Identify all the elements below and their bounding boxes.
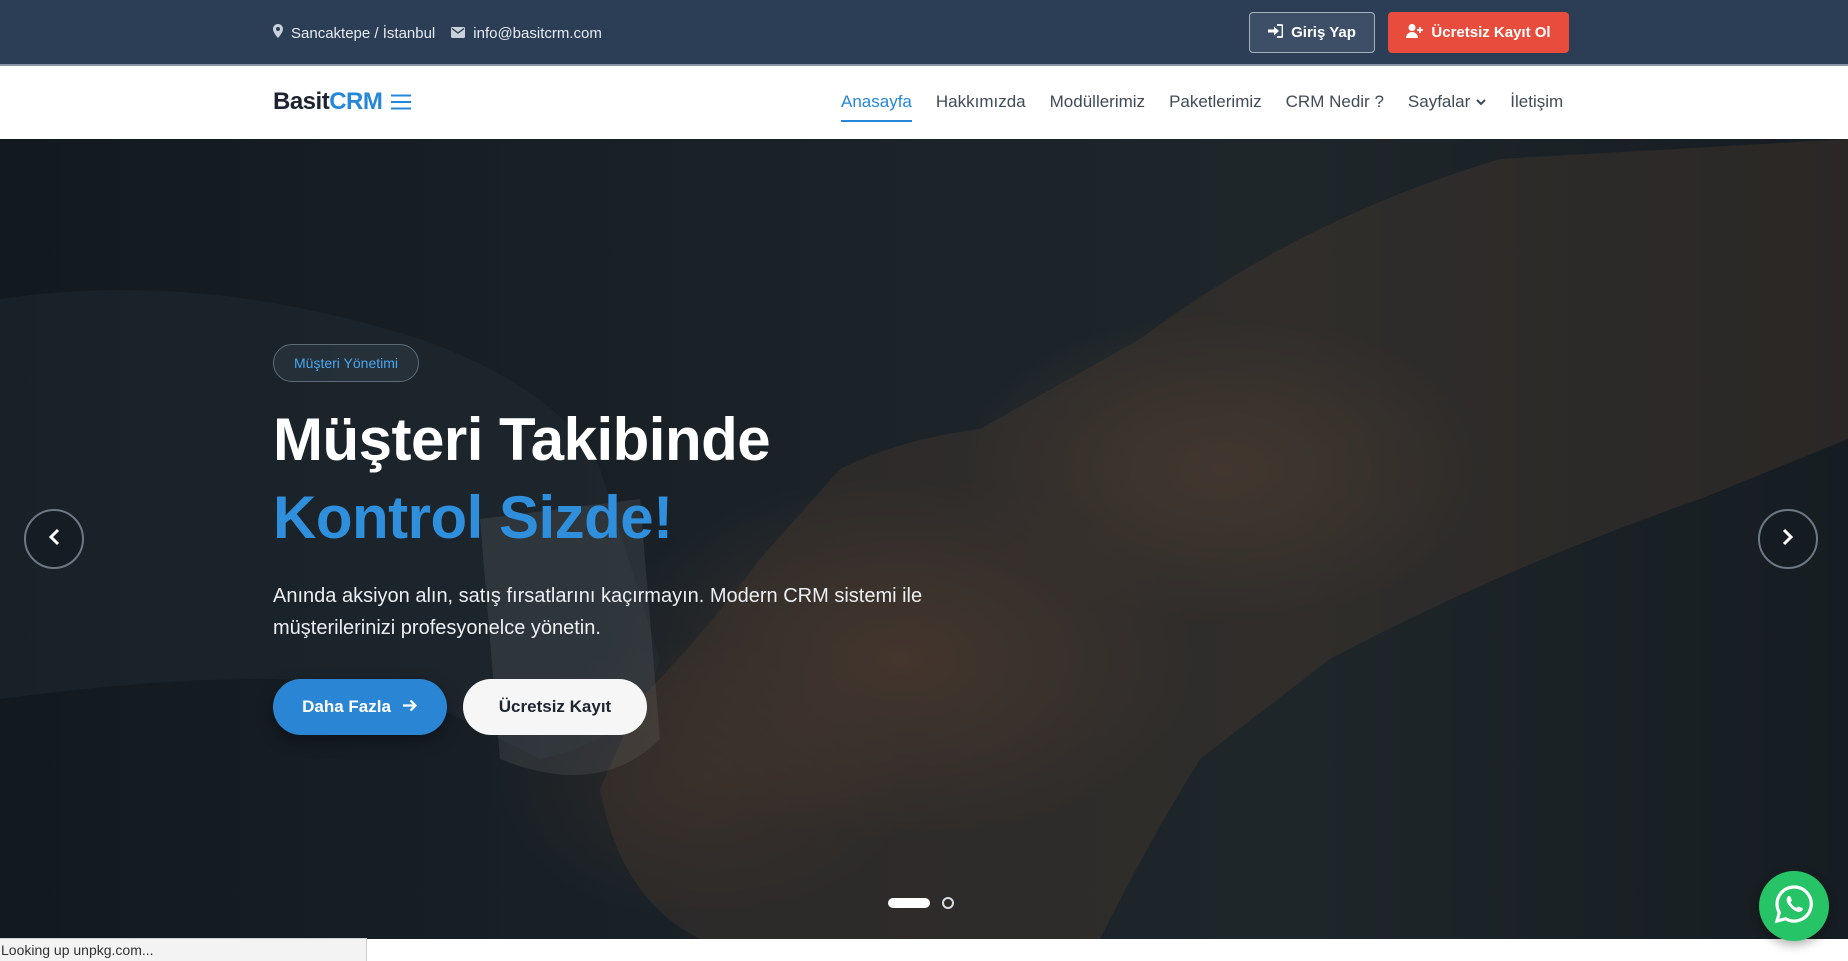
brand-logo[interactable]: Basit CRM: [273, 88, 412, 116]
register-button[interactable]: Ücretsiz Kayıt Ol: [1388, 12, 1569, 53]
hero-description: Anında aksiyon alın, satış fırsatlarını …: [273, 585, 923, 639]
hero-slider: Müşteri Yönetimi Müşteri Takibinde Kontr…: [0, 139, 1848, 939]
user-plus-icon: [1406, 23, 1431, 42]
main-navbar: Basit CRM Anasayfa Hakkımızda Modüllerimi…: [0, 68, 1848, 139]
hero-badge: Müşteri Yönetimi: [273, 344, 420, 382]
map-pin-icon: [273, 24, 291, 42]
top-bar: Sancaktepe / İstanbul info@basitcrm.com …: [0, 0, 1848, 66]
hero-title-line1: Müşteri Takibinde: [273, 406, 771, 473]
nav-item-hakkimizda[interactable]: Hakkımızda: [936, 92, 1026, 112]
arrow-right-icon: [391, 697, 418, 717]
hero-title: Müşteri Takibinde Kontrol Sizde!: [273, 401, 771, 557]
whatsapp-button[interactable]: [1759, 871, 1829, 941]
slider-dot-1[interactable]: [888, 898, 930, 908]
nav-item-crm-nedir[interactable]: CRM Nedir ?: [1286, 92, 1384, 112]
chevron-left-icon: [48, 528, 60, 551]
nav-item-anasayfa[interactable]: Anasayfa: [841, 92, 912, 122]
email-link[interactable]: info@basitcrm.com: [473, 25, 602, 42]
free-signup-button[interactable]: Ücretsiz Kayıt: [463, 679, 647, 735]
chevron-right-icon: [1782, 528, 1794, 551]
nav-item-paketlerimiz[interactable]: Paketlerimiz: [1169, 92, 1262, 112]
contact-info: Sancaktepe / İstanbul info@basitcrm.com: [273, 24, 618, 42]
whatsapp-icon: [1773, 883, 1815, 930]
nav-item-iletisim[interactable]: İletişim: [1510, 92, 1563, 112]
browser-status-bar: Looking up unpkg.com...: [0, 938, 367, 961]
brand-name-part2: CRM: [329, 88, 383, 115]
slider-prev-button[interactable]: [24, 509, 84, 569]
register-label: Ücretsiz Kayıt Ol: [1431, 24, 1551, 41]
login-button[interactable]: Giriş Yap: [1249, 12, 1375, 53]
more-button[interactable]: Daha Fazla: [273, 679, 447, 735]
slider-dot-2[interactable]: [942, 897, 954, 909]
login-label: Giriş Yap: [1291, 24, 1356, 41]
nav-item-sayfalar-label: Sayfalar: [1407, 92, 1471, 111]
hero-title-line2: Kontrol Sizde!: [273, 484, 673, 551]
brand-name-part1: Basit: [273, 88, 330, 115]
sign-in-icon: [1268, 23, 1291, 42]
nav-item-modullerimiz[interactable]: Modüllerimiz: [1050, 92, 1145, 112]
location-text: Sancaktepe / İstanbul: [291, 24, 436, 42]
nav-menu: Anasayfa Hakkımızda Modüllerimiz Paketle…: [841, 92, 1563, 122]
hamburger-menu-icon[interactable]: [391, 94, 412, 110]
slider-pagination: [888, 897, 954, 909]
nav-item-sayfalar[interactable]: Sayfalar: [1408, 92, 1486, 112]
email-item[interactable]: info@basitcrm.com: [451, 25, 602, 42]
more-button-label: Daha Fazla: [302, 697, 391, 716]
location-item: Sancaktepe / İstanbul: [273, 24, 435, 42]
slider-next-button[interactable]: [1758, 509, 1818, 569]
envelope-icon: [451, 25, 473, 42]
chevron-down-icon: [1476, 98, 1486, 106]
